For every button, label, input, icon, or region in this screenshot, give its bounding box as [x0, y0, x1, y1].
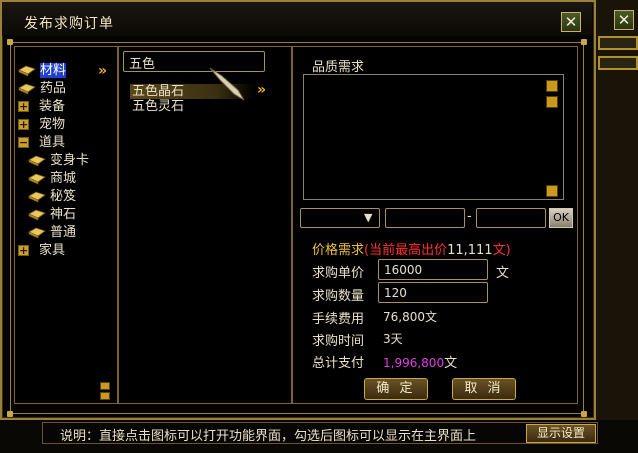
category-label: 道具 — [39, 135, 66, 150]
book-icon — [28, 191, 46, 203]
quality-min-input[interactable] — [385, 208, 465, 228]
footer-hint: 说明：直接点击图标可以打开功能界面，勾选后图标可以显示在主界面上 — [60, 429, 477, 444]
close-button[interactable]: ✕ — [561, 12, 581, 32]
background-frame — [598, 56, 638, 70]
category-label: 变身卡 — [50, 153, 90, 168]
frame-corner — [7, 411, 13, 417]
price-row: 价格需求(当前最高出价11,111文) — [312, 239, 511, 258]
result-list: 五色晶石 五色灵石 — [130, 84, 270, 114]
category-item[interactable]: 普通 — [18, 224, 116, 242]
quality-scroll-down-icon[interactable] — [546, 185, 558, 197]
category-label: 家具 — [39, 243, 66, 258]
book-icon — [18, 65, 36, 77]
expand-icon[interactable]: + — [18, 101, 29, 112]
book-icon — [28, 209, 46, 221]
confirm-button[interactable]: 确 定 — [364, 378, 428, 400]
category-tree: 材料 药品 + 装备 + 宠物 − 道具 变身卡 商城 秘笈 神石 普通 + 家具 — [18, 62, 116, 260]
cancel-button[interactable]: 取 消 — [452, 378, 516, 400]
fee-label: 手续费用 — [312, 312, 365, 327]
display-settings-button[interactable]: 显示设置 — [526, 424, 596, 443]
expand-icon[interactable]: + — [18, 119, 29, 130]
window-title: 发布求购订单 — [24, 16, 114, 32]
book-icon — [18, 83, 36, 95]
category-arrow-icon: » — [98, 63, 108, 79]
scroll-up-button[interactable] — [100, 382, 110, 390]
quality-box[interactable] — [303, 74, 564, 200]
category-item[interactable]: − 道具 — [18, 134, 116, 152]
total-value: 1,996,800 — [383, 356, 445, 370]
unit-price-input[interactable]: 16000 — [378, 259, 488, 280]
close-icon: ✕ — [564, 13, 578, 31]
highest-bid-value: 11,111 — [447, 243, 493, 258]
category-label: 商城 — [50, 171, 77, 186]
book-icon — [28, 227, 46, 239]
category-item[interactable]: 药品 — [18, 80, 116, 98]
quality-scroll-up-icon[interactable] — [546, 80, 558, 92]
background-frame — [598, 36, 638, 50]
time-value: 3天 — [383, 332, 403, 346]
category-item[interactable]: + 宠物 — [18, 116, 116, 134]
category-item[interactable]: 秘笈 — [18, 188, 116, 206]
category-label: 材料 — [40, 63, 67, 78]
category-label: 药品 — [40, 81, 67, 96]
result-arrow-icon: » — [257, 82, 267, 98]
category-label: 宠物 — [39, 117, 66, 132]
fee-value: 76,800文 — [383, 310, 437, 324]
book-icon — [28, 155, 46, 167]
book-icon — [28, 173, 46, 185]
quantity-input[interactable]: 120 — [378, 282, 488, 303]
frame-corner — [581, 411, 587, 417]
category-item[interactable]: 神石 — [18, 206, 116, 224]
range-dash: - — [467, 209, 472, 224]
highest-bid-unit: 文 — [492, 243, 506, 258]
category-label: 装备 — [39, 99, 66, 114]
quality-scroll-thumb[interactable] — [546, 96, 558, 108]
scroll-down-button[interactable] — [100, 392, 110, 400]
quantity-label: 求购数量 — [312, 289, 365, 304]
category-label: 神石 — [50, 207, 77, 222]
frame-corner — [581, 39, 587, 45]
quality-max-input[interactable] — [476, 208, 546, 228]
quality-label: 品质需求 — [312, 60, 365, 75]
unit-price-label: 求购单价 — [312, 266, 365, 281]
expand-icon[interactable]: + — [18, 245, 29, 256]
result-item[interactable]: 五色灵石 — [130, 99, 270, 114]
category-label: 秘笈 — [50, 189, 77, 204]
highest-bid-label: (当前最高出价 — [364, 243, 448, 258]
frame-corner — [7, 39, 13, 45]
cursor-icon — [209, 67, 245, 101]
total-unit: 文 — [444, 356, 458, 371]
total-label: 总计支付 — [312, 356, 365, 371]
price-label: 价格需求 — [312, 243, 365, 258]
category-item[interactable]: + 家具 — [18, 242, 116, 260]
category-label: 普通 — [50, 225, 77, 240]
background-close-button[interactable]: ✕ — [614, 10, 634, 30]
category-item[interactable]: 变身卡 — [18, 152, 116, 170]
collapse-icon[interactable]: − — [18, 137, 29, 148]
ok-button[interactable]: OK — [549, 208, 573, 228]
time-label: 求购时间 — [312, 334, 365, 349]
highest-bid-close: ) — [505, 243, 511, 258]
dropdown-arrow-icon: ▼ — [364, 211, 373, 224]
category-item[interactable]: + 装备 — [18, 98, 116, 116]
unit-price-unit: 文 — [496, 266, 510, 281]
total-row: 1,996,800文 — [383, 352, 457, 371]
category-item[interactable]: 商城 — [18, 170, 116, 188]
